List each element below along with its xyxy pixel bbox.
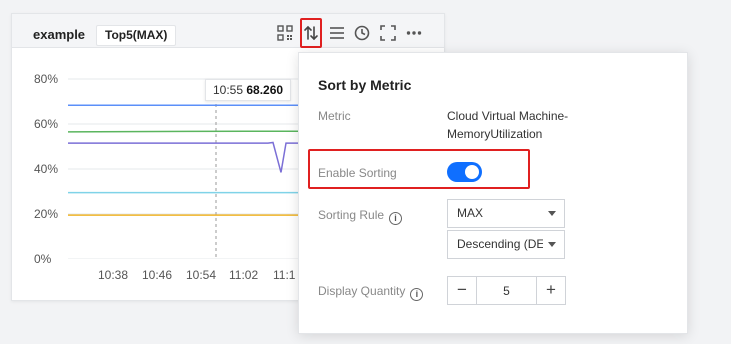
x-tick-label: 10:54	[186, 268, 217, 282]
sort-order-value: Descending (DESC)	[457, 237, 543, 251]
display-quantity-input[interactable]	[478, 277, 535, 304]
metric-label: Metric	[318, 109, 351, 123]
y-tick-label: 40%	[34, 162, 59, 176]
metric-value-line1: Cloud Virtual Machine-	[447, 109, 569, 123]
metric-value: Cloud Virtual Machine- MemoryUtilization	[447, 107, 568, 143]
decrement-button[interactable]: −	[448, 277, 477, 304]
widget-tag: Top5(MAX)	[96, 25, 177, 46]
tooltip-value: 68.260	[246, 83, 284, 97]
sort-order-select[interactable]: Descending (DESC)	[447, 230, 565, 259]
increment-button[interactable]: +	[536, 277, 565, 304]
sorting-rule-value: MAX	[457, 206, 484, 220]
clock-icon[interactable]	[353, 24, 371, 42]
sorting-rule-select[interactable]: MAX	[447, 199, 565, 228]
sorting-rule-label: Sorting Rule i	[318, 208, 403, 225]
chevron-down-icon	[548, 242, 556, 247]
qr-code-icon[interactable]	[276, 24, 294, 42]
more-icon[interactable]	[405, 24, 423, 42]
info-icon[interactable]: i	[389, 212, 403, 225]
sorting-rule-text: Sorting Rule	[318, 208, 385, 222]
display-quantity-text: Display Quantity	[318, 284, 406, 298]
list-icon[interactable]	[328, 24, 346, 42]
sort-icon-highlight	[300, 18, 322, 48]
tooltip-time: 10:55	[213, 83, 244, 97]
display-quantity-label: Display Quantity i	[318, 284, 424, 301]
y-tick-label: 0%	[34, 252, 52, 266]
widget-header: example Top5(MAX)	[12, 14, 444, 48]
x-tick-label: 11:02	[229, 268, 259, 282]
chart-tooltip: 10:55 68.260	[205, 79, 292, 101]
y-tick-label: 60%	[34, 117, 59, 131]
y-tick-label: 20%	[34, 207, 59, 221]
info-icon[interactable]: i	[410, 288, 424, 301]
display-quantity-stepper: − +	[447, 276, 566, 305]
x-tick-label: 10:38	[98, 268, 129, 282]
y-tick-label: 80%	[34, 72, 59, 86]
metric-value-line2: MemoryUtilization	[447, 127, 543, 141]
sort-by-metric-popover: Sort by Metric Metric Cloud Virtual Mach…	[298, 52, 688, 334]
popover-title: Sort by Metric	[318, 77, 412, 93]
x-tick-label: 11:1	[273, 268, 296, 282]
x-tick-label: 10:46	[142, 268, 173, 282]
widget-title: example	[33, 27, 86, 42]
chevron-down-icon	[548, 211, 556, 216]
fullscreen-icon[interactable]	[379, 24, 397, 42]
enable-sorting-highlight	[308, 149, 530, 189]
